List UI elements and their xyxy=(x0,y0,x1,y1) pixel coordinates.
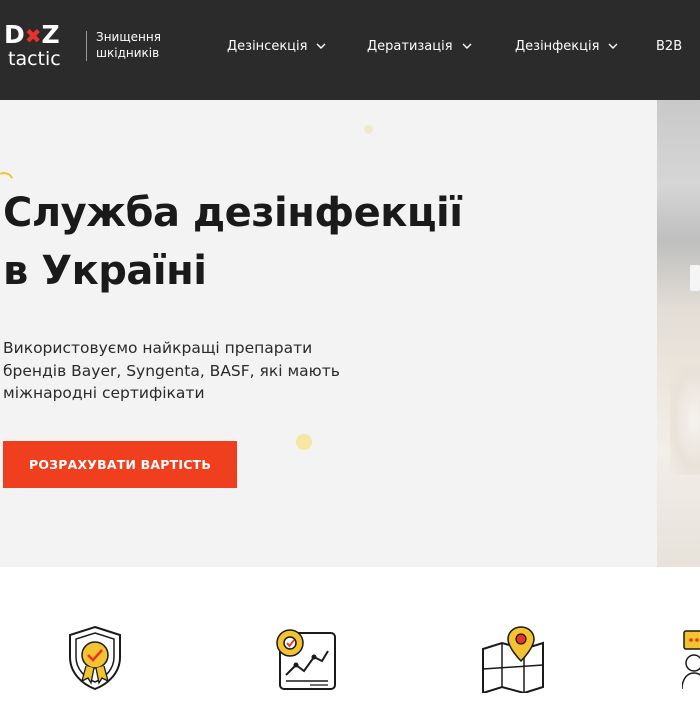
site-header: D✖Z tactic Знищення шкідників Дезінсекці… xyxy=(0,0,700,100)
hero-section xyxy=(0,100,700,567)
calculate-cost-button[interactable]: РОЗРАХУВАТИ ВАРТІСТЬ xyxy=(3,441,237,488)
chevron-down-icon xyxy=(315,40,327,52)
hero-subtitle-line: Використовуємо найкращі препарати xyxy=(3,339,313,357)
tagline: Знищення шкідників xyxy=(96,29,186,61)
nav-item-label: Дезінфекція xyxy=(515,38,600,54)
logo-wordmark: D✖Z xyxy=(4,20,60,49)
nav-item-label: Дератизація xyxy=(367,38,453,54)
page-title-line: Служба дезінфекції xyxy=(3,190,463,236)
map-location-pin-icon xyxy=(478,623,548,693)
page-title: Служба дезінфекції в Україні xyxy=(3,184,523,300)
nav-item-b2b[interactable]: B2B xyxy=(656,36,682,56)
hero-subtitle-line: міжнародні сертифікати xyxy=(3,384,205,402)
chevron-down-icon xyxy=(607,40,619,52)
gear-growth-chart-icon xyxy=(270,623,340,693)
nav-item-label: Дезінсекція xyxy=(227,38,308,54)
nav-item-deratyzatsiia[interactable]: Дератизація xyxy=(367,36,473,56)
nav-item-label: B2B xyxy=(656,38,683,54)
page-title-line: в Україні xyxy=(3,248,207,294)
hero-subtitle: Використовуємо найкращі препарати бренді… xyxy=(3,337,363,405)
support-agent-chat-icon xyxy=(682,623,700,693)
shield-certified-icon xyxy=(60,623,130,693)
tagline-line: Знищення xyxy=(96,30,161,44)
hero-photo xyxy=(657,100,700,567)
hero-photo-detail xyxy=(670,365,700,475)
hero-subtitle-line: брендів Bayer, Syngenta, BASF, які мають xyxy=(3,361,340,380)
hero-photo-detail xyxy=(690,265,700,291)
features-section xyxy=(0,567,700,715)
logo[interactable]: D✖Z tactic xyxy=(0,20,80,72)
decorative-dot xyxy=(364,125,373,134)
logo-divider xyxy=(86,31,87,61)
logo-subtitle: tactic xyxy=(8,48,61,70)
chevron-down-icon xyxy=(461,40,473,52)
tagline-line: шкідників xyxy=(96,46,160,60)
decorative-dot xyxy=(296,434,312,450)
nav-item-dezinfektsiia[interactable]: Дезінфекція xyxy=(515,36,619,56)
nav-item-dezinsektsiia[interactable]: Дезінсекція xyxy=(227,36,327,56)
